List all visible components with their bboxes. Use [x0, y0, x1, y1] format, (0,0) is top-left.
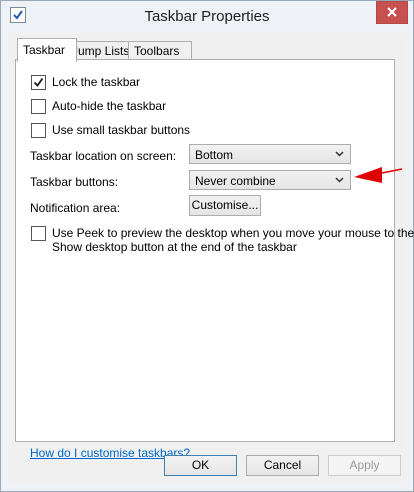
close-button[interactable] [376, 1, 408, 24]
cancel-button[interactable]: Cancel [246, 455, 319, 476]
chevron-down-icon [335, 177, 344, 183]
taskbar-buttons-dropdown[interactable]: Never combine [189, 170, 351, 190]
notification-area-label: Notification area: [30, 201, 121, 215]
apply-button[interactable]: Apply [328, 455, 401, 476]
taskbar-buttons-value: Never combine [195, 174, 276, 188]
small-buttons-checkbox[interactable] [31, 123, 46, 138]
small-buttons-label[interactable]: Use small taskbar buttons [52, 123, 190, 137]
taskbar-tab-panel: Lock the taskbar Auto-hide the taskbar U… [15, 59, 414, 460]
close-icon [387, 7, 397, 17]
peek-label-line2[interactable]: Show desktop button at the end of the ta… [52, 240, 297, 254]
ok-button[interactable]: OK [164, 455, 237, 476]
customise-button[interactable]: Customise... [189, 195, 261, 216]
location-value: Bottom [195, 148, 234, 162]
lock-taskbar-checkbox[interactable] [31, 75, 46, 90]
chevron-down-icon [335, 151, 344, 157]
taskbar-buttons-label: Taskbar buttons: [30, 175, 119, 189]
title-bar[interactable]: Taskbar Properties [1, 1, 413, 31]
red-arrow-icon [354, 167, 403, 183]
dialog-client-area: Taskbar Jump Lists Toolbars Lock the tas… [8, 33, 414, 483]
checkmark-icon [33, 77, 44, 87]
lock-taskbar-label[interactable]: Lock the taskbar [52, 75, 140, 89]
taskbar-properties-window: Taskbar Properties Taskbar Jump Lists To… [0, 0, 414, 492]
peek-label-line1[interactable]: Use Peek to preview the desktop when you… [52, 226, 414, 240]
tab-taskbar[interactable]: Taskbar [17, 38, 77, 62]
window-title: Taskbar Properties [144, 8, 270, 25]
tab-toolbars[interactable]: Toolbars [128, 41, 192, 61]
location-dropdown[interactable]: Bottom [189, 144, 351, 164]
location-label: Taskbar location on screen: [30, 149, 177, 163]
autohide-label[interactable]: Auto-hide the taskbar [52, 99, 166, 113]
autohide-checkbox[interactable] [31, 99, 46, 114]
peek-checkbox[interactable] [31, 226, 46, 241]
